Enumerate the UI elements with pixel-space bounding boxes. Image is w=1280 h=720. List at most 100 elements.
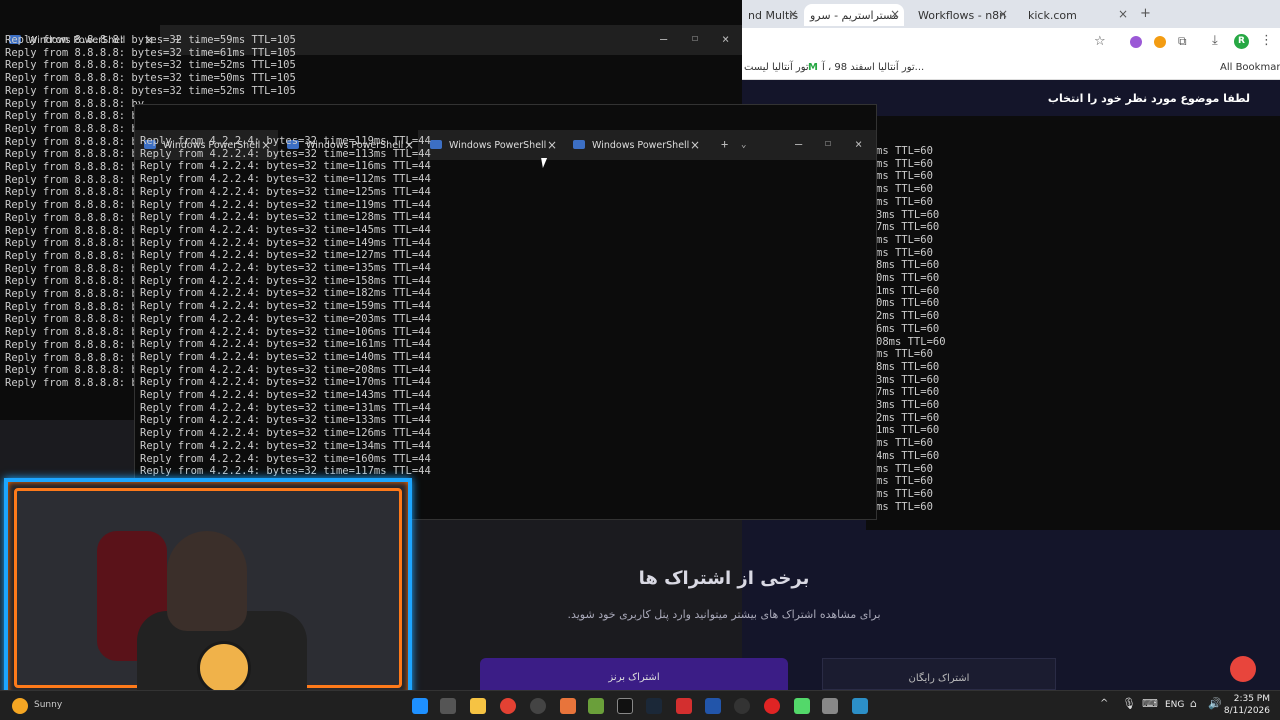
terminal-line: 6ms TTL=60 bbox=[876, 322, 940, 335]
terminal-line: 08ms TTL=60 bbox=[876, 335, 946, 348]
download-icon[interactable]: ⤓ bbox=[1212, 33, 1218, 48]
app-icon[interactable] bbox=[822, 698, 838, 714]
terminal-line: 7ms TTL=60 bbox=[876, 221, 940, 234]
puzzle-icon[interactable]: ⧉ bbox=[1178, 34, 1187, 49]
all-bookmarks[interactable]: All Bookmarks bbox=[1220, 62, 1280, 73]
terminal-line: 3ms TTL=60 bbox=[876, 399, 940, 412]
browser-tab-masterstream[interactable]: مستراستریم - سرو × bbox=[804, 4, 904, 26]
terminal-line: 4ms TTL=60 bbox=[876, 449, 940, 462]
keyboard-icon[interactable]: ⌨ bbox=[1142, 697, 1158, 710]
terminal-window-2[interactable]: Windows PowerShell × Windows PowerShell × … bbox=[134, 104, 877, 520]
microphone-icon[interactable]: 🎙 bbox=[1122, 697, 1136, 710]
terminal-right[interactable]: ms TTL=60 ms TTL=60 ms TTL=60 ms TTL=60 ms T… bbox=[866, 116, 1280, 530]
terminal-icon[interactable] bbox=[617, 698, 633, 714]
extension-icon[interactable] bbox=[1130, 36, 1142, 48]
terminal-line: ms TTL=60 bbox=[876, 437, 933, 450]
chat-icon[interactable] bbox=[1230, 656, 1256, 682]
terminal-line: Reply from 4.2.2.4: bytes=32 time=116ms … bbox=[140, 160, 431, 173]
tab-label: kick.com bbox=[1028, 8, 1077, 22]
weather-label[interactable]: Sunny bbox=[34, 700, 62, 710]
close-icon[interactable]: × bbox=[998, 7, 1008, 21]
terminal-line: Reply from 4.2.2.4: bytes=32 time=159ms … bbox=[140, 300, 431, 313]
file-explorer-icon[interactable] bbox=[470, 698, 486, 714]
new-tab-icon[interactable]: + bbox=[721, 138, 728, 151]
chrome-icon[interactable] bbox=[500, 698, 516, 714]
chatgpt-icon[interactable] bbox=[530, 698, 546, 714]
maximize-icon[interactable]: ☐ bbox=[692, 33, 698, 46]
app-icon[interactable] bbox=[705, 698, 721, 714]
maximize-icon[interactable]: ☐ bbox=[825, 138, 831, 151]
network-icon[interactable]: ⌂ bbox=[1190, 697, 1197, 710]
terminal-line: Reply from 4.2.2.4: bytes=32 time=134ms … bbox=[140, 439, 431, 452]
plan-card-free[interactable]: اشتراک رایگان bbox=[822, 658, 1056, 690]
weather-icon[interactable] bbox=[12, 698, 28, 714]
terminal-line: 8ms TTL=60 bbox=[876, 360, 940, 373]
app-icon[interactable] bbox=[794, 698, 810, 714]
terminal-line: ms TTL=60 bbox=[876, 500, 933, 513]
bookmarks-bar: تور آنتالیا لیست M تور آنتالیا اسفند 98 … bbox=[742, 56, 1280, 80]
close-window-icon[interactable]: × bbox=[855, 138, 862, 151]
terminal-line: Reply from 4.2.2.4: bytes=32 time=143ms … bbox=[140, 389, 431, 402]
terminal-line: Reply from 4.2.2.4: bytes=32 time=117ms … bbox=[140, 465, 431, 478]
terminal-line: 8ms TTL=60 bbox=[876, 259, 940, 272]
extension-icon[interactable] bbox=[1154, 36, 1166, 48]
bookmark-item[interactable]: M bbox=[808, 62, 818, 73]
close-window-icon[interactable]: × bbox=[722, 33, 729, 46]
language-indicator[interactable]: ENG bbox=[1165, 700, 1184, 710]
terminal-line: Reply from 4.2.2.4: bytes=32 time=145ms … bbox=[140, 223, 431, 236]
tab-label: Windows PowerShell bbox=[449, 139, 547, 151]
app-icon[interactable] bbox=[676, 698, 692, 714]
terminal-tab[interactable]: Windows PowerShell × bbox=[421, 130, 561, 160]
minimize-icon[interactable]: – bbox=[795, 138, 802, 151]
close-icon[interactable]: × bbox=[547, 138, 557, 152]
avatar[interactable]: R bbox=[1234, 34, 1249, 49]
terminal-line: ms TTL=60 bbox=[876, 195, 933, 208]
browser-tab-multis[interactable]: nd Multis × bbox=[742, 4, 802, 26]
chevron-up-icon[interactable]: ^ bbox=[1100, 698, 1108, 709]
clock-date: 8/11/2026 bbox=[1223, 706, 1270, 716]
new-tab-icon[interactable]: + bbox=[1140, 6, 1151, 21]
obs-icon[interactable] bbox=[734, 698, 750, 714]
terminal-line: Reply from 4.2.2.4: bytes=32 time=203ms … bbox=[140, 312, 431, 325]
close-icon[interactable]: × bbox=[890, 7, 900, 21]
browser-tab-kick[interactable]: kick.com × bbox=[1022, 4, 1132, 26]
terminal-line: ms TTL=60 bbox=[876, 348, 933, 361]
system-clock[interactable]: 2:35 PM 8/11/2026 bbox=[1224, 693, 1270, 717]
terminal-line: Reply from 4.2.2.4: bytes=32 time=161ms … bbox=[140, 338, 431, 351]
steam-icon[interactable] bbox=[646, 698, 662, 714]
start-icon[interactable] bbox=[412, 698, 428, 714]
powershell-icon bbox=[573, 140, 585, 150]
close-icon[interactable]: × bbox=[788, 7, 798, 21]
terminal-line: Reply from 4.2.2.4: bytes=32 time=125ms … bbox=[140, 185, 431, 198]
terminal-line: Reply from 8.8.8.8: bytes=32 time=52ms T… bbox=[5, 59, 296, 72]
section-subtext: برای مشاهده اشتراک های بیشتر میتوانید وا… bbox=[567, 608, 881, 621]
star-icon[interactable]: ☆ bbox=[1094, 34, 1106, 49]
terminal-line: Reply from 4.2.2.4: bytes=32 time=158ms … bbox=[140, 274, 431, 287]
browser-tab-bar: nd Multis × مستراستریم - سرو × Workflows -… bbox=[742, 0, 1280, 28]
bookmark-item[interactable]: تور آنتالیا اسفند 98 ، آ... bbox=[822, 62, 924, 73]
app-icon[interactable] bbox=[852, 698, 868, 714]
terminal-line: 2ms TTL=60 bbox=[876, 411, 940, 424]
app-icon[interactable] bbox=[560, 698, 576, 714]
app-icon[interactable] bbox=[588, 698, 604, 714]
tab-label: Workflows - n8n bbox=[918, 8, 1007, 22]
task-view-icon[interactable] bbox=[440, 698, 456, 714]
terminal-line: 0ms TTL=60 bbox=[876, 272, 940, 285]
terminal-line: ms TTL=60 bbox=[876, 183, 933, 196]
minimize-icon[interactable]: – bbox=[660, 33, 667, 46]
close-icon[interactable]: × bbox=[690, 138, 700, 152]
browser-tab-n8n[interactable]: Workflows - n8n × bbox=[912, 4, 1012, 26]
terminal-tab[interactable]: Windows PowerShell × bbox=[564, 130, 704, 160]
terminal-line: ms TTL=60 bbox=[876, 487, 933, 500]
terminal-line: Reply from 4.2.2.4: bytes=32 time=112ms … bbox=[140, 173, 431, 186]
terminal-line: 3ms TTL=60 bbox=[876, 373, 940, 386]
bookmark-item[interactable]: تور آنتالیا لیست bbox=[744, 62, 809, 73]
terminal-line: ms TTL=60 bbox=[876, 170, 933, 183]
plan-card-bronze[interactable]: اشتراک برنز bbox=[480, 658, 788, 690]
volume-icon[interactable]: 🔊 bbox=[1208, 697, 1222, 710]
chevron-down-icon[interactable]: ⌄ bbox=[741, 139, 746, 152]
close-icon[interactable]: × bbox=[1118, 7, 1128, 21]
browser-toolbar: ☆ ⧉ ⤓ R ⋮ bbox=[742, 28, 1280, 56]
app-icon[interactable] bbox=[764, 698, 780, 714]
menu-icon[interactable]: ⋮ bbox=[1260, 33, 1273, 48]
